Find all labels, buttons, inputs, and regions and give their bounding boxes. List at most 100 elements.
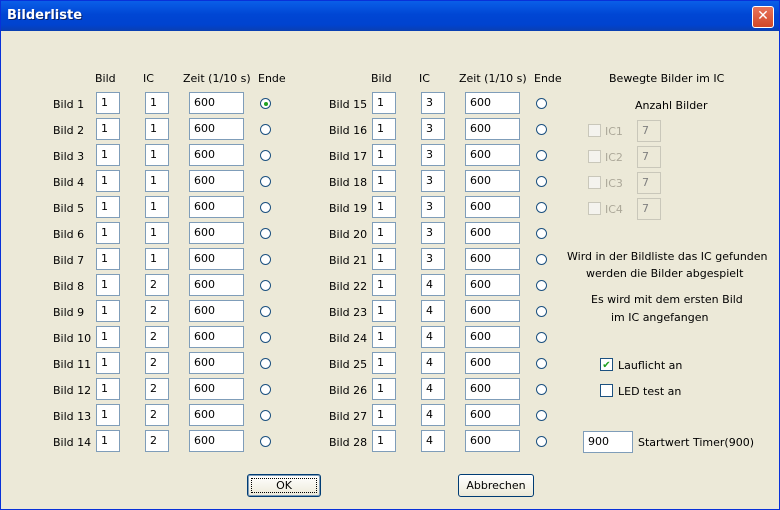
ic-input[interactable]: 2 — [145, 274, 169, 296]
bild-input[interactable]: 1 — [372, 430, 396, 452]
bild-input[interactable]: 1 — [96, 170, 120, 192]
ic-input[interactable]: 3 — [421, 118, 445, 140]
ic-input[interactable]: 4 — [421, 352, 445, 374]
ic-count-input[interactable]: 7 — [637, 120, 661, 142]
ic-checkbox[interactable] — [588, 202, 601, 215]
ende-radio[interactable] — [260, 228, 271, 239]
bild-input[interactable]: 1 — [96, 430, 120, 452]
zeit-input[interactable]: 600 — [189, 222, 244, 244]
zeit-input[interactable]: 600 — [465, 430, 520, 452]
zeit-input[interactable]: 600 — [189, 170, 244, 192]
close-button[interactable]: ✕ — [752, 6, 774, 28]
ende-radio[interactable] — [260, 124, 271, 135]
ende-radio[interactable] — [260, 358, 271, 369]
ledtest-checkbox[interactable] — [600, 384, 613, 397]
bild-input[interactable]: 1 — [372, 118, 396, 140]
ende-radio[interactable] — [536, 228, 547, 239]
ende-radio[interactable] — [536, 176, 547, 187]
zeit-input[interactable]: 600 — [465, 196, 520, 218]
bild-input[interactable]: 1 — [372, 196, 396, 218]
bild-input[interactable]: 1 — [372, 300, 396, 322]
bild-input[interactable]: 1 — [372, 326, 396, 348]
ende-radio[interactable] — [260, 410, 271, 421]
zeit-input[interactable]: 600 — [465, 118, 520, 140]
lauflicht-checkbox[interactable] — [600, 358, 613, 371]
bild-input[interactable]: 1 — [96, 196, 120, 218]
bild-input[interactable]: 1 — [372, 222, 396, 244]
bild-input[interactable]: 1 — [96, 248, 120, 270]
zeit-input[interactable]: 600 — [189, 378, 244, 400]
bild-input[interactable]: 1 — [372, 352, 396, 374]
bild-input[interactable]: 1 — [96, 222, 120, 244]
ic-input[interactable]: 1 — [145, 196, 169, 218]
ende-radio[interactable] — [260, 306, 271, 317]
zeit-input[interactable]: 600 — [189, 430, 244, 452]
ic-input[interactable]: 1 — [145, 144, 169, 166]
ende-radio[interactable] — [536, 358, 547, 369]
ic-input[interactable]: 4 — [421, 404, 445, 426]
bild-input[interactable]: 1 — [96, 300, 120, 322]
zeit-input[interactable]: 600 — [465, 326, 520, 348]
ende-radio[interactable] — [536, 410, 547, 421]
bild-input[interactable]: 1 — [96, 378, 120, 400]
ende-radio[interactable] — [260, 176, 271, 187]
zeit-input[interactable]: 600 — [189, 300, 244, 322]
ende-radio[interactable] — [260, 254, 271, 265]
bild-input[interactable]: 1 — [372, 170, 396, 192]
ic-count-input[interactable]: 7 — [637, 172, 661, 194]
ic-input[interactable]: 3 — [421, 92, 445, 114]
zeit-input[interactable]: 600 — [189, 326, 244, 348]
ok-button[interactable]: OK — [247, 474, 321, 497]
ic-input[interactable]: 3 — [421, 144, 445, 166]
ende-radio[interactable] — [536, 436, 547, 447]
cancel-button[interactable]: Abbrechen — [458, 474, 534, 497]
ende-radio[interactable] — [536, 280, 547, 291]
ende-radio[interactable] — [260, 98, 271, 109]
bild-input[interactable]: 1 — [96, 326, 120, 348]
zeit-input[interactable]: 600 — [189, 404, 244, 426]
ende-radio[interactable] — [260, 280, 271, 291]
zeit-input[interactable]: 600 — [465, 144, 520, 166]
ic-checkbox[interactable] — [588, 124, 601, 137]
zeit-input[interactable]: 600 — [465, 404, 520, 426]
ic-input[interactable]: 4 — [421, 378, 445, 400]
title-bar[interactable]: Bilderliste ✕ — [1, 1, 779, 31]
ende-radio[interactable] — [260, 202, 271, 213]
ic-input[interactable]: 2 — [145, 326, 169, 348]
zeit-input[interactable]: 600 — [189, 196, 244, 218]
ic-input[interactable]: 1 — [145, 222, 169, 244]
ende-radio[interactable] — [536, 150, 547, 161]
bild-input[interactable]: 1 — [372, 92, 396, 114]
ende-radio[interactable] — [536, 384, 547, 395]
zeit-input[interactable]: 600 — [189, 144, 244, 166]
ic-count-input[interactable]: 7 — [637, 198, 661, 220]
ic-input[interactable]: 1 — [145, 248, 169, 270]
zeit-input[interactable]: 600 — [189, 352, 244, 374]
zeit-input[interactable]: 600 — [465, 170, 520, 192]
zeit-input[interactable]: 600 — [189, 118, 244, 140]
zeit-input[interactable]: 600 — [465, 378, 520, 400]
zeit-input[interactable]: 600 — [189, 248, 244, 270]
ic-input[interactable]: 4 — [421, 326, 445, 348]
ic-input[interactable]: 1 — [145, 92, 169, 114]
zeit-input[interactable]: 600 — [189, 92, 244, 114]
ic-input[interactable]: 4 — [421, 274, 445, 296]
bild-input[interactable]: 1 — [372, 248, 396, 270]
zeit-input[interactable]: 600 — [465, 274, 520, 296]
ende-radio[interactable] — [260, 436, 271, 447]
ic-input[interactable]: 3 — [421, 248, 445, 270]
bild-input[interactable]: 1 — [96, 92, 120, 114]
ic-input[interactable]: 4 — [421, 430, 445, 452]
bild-input[interactable]: 1 — [372, 378, 396, 400]
ic-input[interactable]: 2 — [145, 300, 169, 322]
zeit-input[interactable]: 600 — [465, 222, 520, 244]
ic-input[interactable]: 4 — [421, 300, 445, 322]
ende-radio[interactable] — [536, 98, 547, 109]
ic-input[interactable]: 1 — [145, 118, 169, 140]
ende-radio[interactable] — [260, 150, 271, 161]
ic-input[interactable]: 2 — [145, 352, 169, 374]
ic-count-input[interactable]: 7 — [637, 146, 661, 168]
bild-input[interactable]: 1 — [96, 118, 120, 140]
ic-checkbox[interactable] — [588, 150, 601, 163]
ic-input[interactable]: 2 — [145, 430, 169, 452]
